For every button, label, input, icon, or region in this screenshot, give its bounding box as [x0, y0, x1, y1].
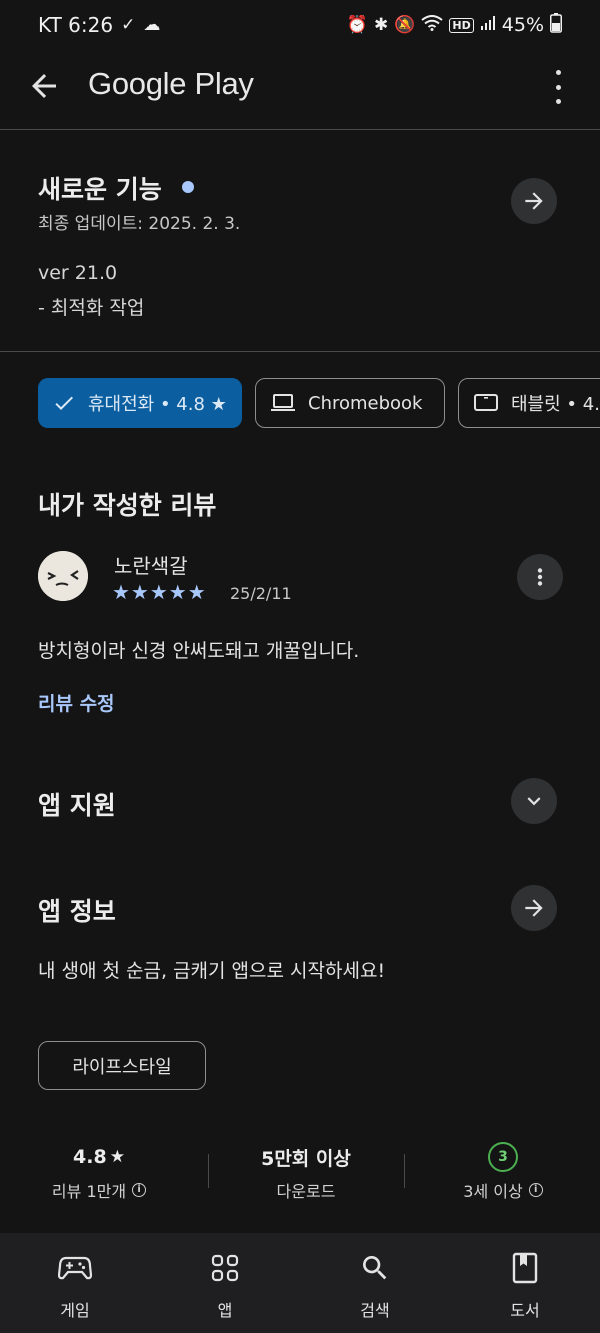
- app-title: Google Play: [88, 66, 254, 101]
- rating-stars: ★★★★★: [112, 580, 207, 604]
- nav-games-label: 게임: [60, 1301, 90, 1320]
- age-rating-badge: 3: [488, 1142, 518, 1172]
- edit-review-link[interactable]: 리뷰 수정: [38, 689, 115, 716]
- alarm-icon: ⏰: [346, 15, 368, 35]
- rating-count-label: 리뷰 1만개: [51, 1182, 127, 1201]
- reviewer-name: 노란색갈: [114, 554, 188, 578]
- search-icon: [358, 1251, 392, 1285]
- app-info-title: 앱 정보: [38, 897, 116, 926]
- battery-level: 45%: [501, 14, 544, 36]
- rating-value: 4.8: [73, 1146, 107, 1168]
- version-text: ver 21.0: [38, 262, 118, 284]
- check-icon: [52, 391, 76, 415]
- category-chip[interactable]: 라이프스타일: [38, 1041, 206, 1090]
- nav-apps-label: 앱: [217, 1301, 233, 1320]
- review-text: 방치형이라 신경 안써도돼고 개꿀입니다.: [38, 640, 360, 662]
- arrow-forward-icon: [525, 192, 543, 210]
- stat-separator: [404, 1154, 405, 1188]
- chevron-down-icon: [527, 797, 541, 806]
- gamepad-icon: [58, 1251, 92, 1285]
- carrier-time: KT 6:26: [38, 13, 114, 37]
- downloads-label: 다운로드: [276, 1182, 336, 1201]
- last-updated: 최종 업데이트: 2025. 2. 3.: [38, 214, 241, 234]
- update-note: - 최적화 작업: [38, 297, 145, 319]
- signal-icon: [480, 15, 496, 36]
- review-date: 25/2/11: [230, 584, 292, 603]
- divider: [0, 351, 600, 352]
- info-icon[interactable]: i: [528, 1183, 543, 1197]
- age-rating-label: 3세 이상: [463, 1182, 523, 1201]
- mute-icon: 🔕: [394, 15, 416, 35]
- laptop-icon: [270, 392, 296, 414]
- info-icon[interactable]: i: [132, 1183, 147, 1197]
- apps-grid-icon: [208, 1251, 242, 1285]
- nav-apps[interactable]: 앱: [150, 1233, 300, 1333]
- downloads-value: 5만회 이상: [261, 1147, 351, 1170]
- nav-books[interactable]: 도서: [450, 1233, 600, 1333]
- stat-age-rating: 3 3세 이상 i: [418, 1142, 588, 1202]
- my-review-title: 내가 작성한 리뷰: [38, 491, 217, 520]
- app-support-expand-button[interactable]: [511, 778, 557, 824]
- nav-search[interactable]: 검색: [300, 1233, 450, 1333]
- avatar: [38, 551, 88, 601]
- wifi-icon: [421, 14, 444, 36]
- chip-phone[interactable]: 휴대전화 • 4.8 ★: [38, 378, 242, 428]
- stat-separator: [208, 1154, 209, 1188]
- battery-icon: [550, 12, 562, 38]
- status-bar: KT 6:26 ✓ ☁ ⏰ ✱ 🔕 HD 45%: [0, 0, 600, 50]
- app-info-arrow-button[interactable]: [511, 885, 557, 931]
- arrow-back-icon: [32, 74, 56, 98]
- back-button[interactable]: [26, 68, 62, 104]
- whats-new-title: 새로운 기능: [38, 175, 162, 204]
- review-more-button[interactable]: [517, 554, 563, 600]
- chip-tablet[interactable]: 태블릿 • 4.8: [458, 378, 600, 428]
- nav-books-label: 도서: [510, 1301, 540, 1320]
- cloud-icon: ☁: [143, 15, 161, 35]
- star-icon: ★: [109, 1147, 125, 1167]
- hd-icon: HD: [449, 17, 474, 33]
- chip-chromebook-label: Chromebook: [308, 392, 423, 414]
- app-bar: Google Play: [0, 52, 600, 120]
- chip-chromebook[interactable]: Chromebook: [255, 378, 445, 428]
- whats-new-arrow-button[interactable]: [511, 178, 557, 224]
- stat-rating: 4.8 ★ 리뷰 1만개 i: [14, 1142, 184, 1202]
- tablet-icon: [473, 392, 499, 414]
- check-icon: ✓: [121, 15, 136, 35]
- more-vert-icon: [555, 70, 561, 75]
- app-support-title: 앱 지원: [38, 791, 116, 820]
- book-icon: [508, 1251, 542, 1285]
- stat-downloads: 5만회 이상 다운로드: [221, 1142, 391, 1202]
- chip-tablet-label: 태블릿 • 4.8: [511, 394, 600, 415]
- arrow-forward-icon: [525, 899, 543, 917]
- more-options-button[interactable]: [546, 70, 570, 104]
- more-vert-icon: [537, 568, 543, 586]
- app-description: 내 생애 첫 순금, 금캐기 앱으로 시작하세요!: [38, 960, 386, 982]
- nav-games[interactable]: 게임: [0, 1233, 150, 1333]
- new-indicator-dot: [182, 181, 194, 193]
- nav-search-label: 검색: [360, 1301, 390, 1320]
- bluetooth-icon: ✱: [374, 15, 389, 35]
- chip-phone-label: 휴대전화 • 4.8 ★: [88, 394, 227, 415]
- bottom-navigation: 게임 앱 검색 도서: [0, 1233, 600, 1333]
- divider: [0, 129, 600, 130]
